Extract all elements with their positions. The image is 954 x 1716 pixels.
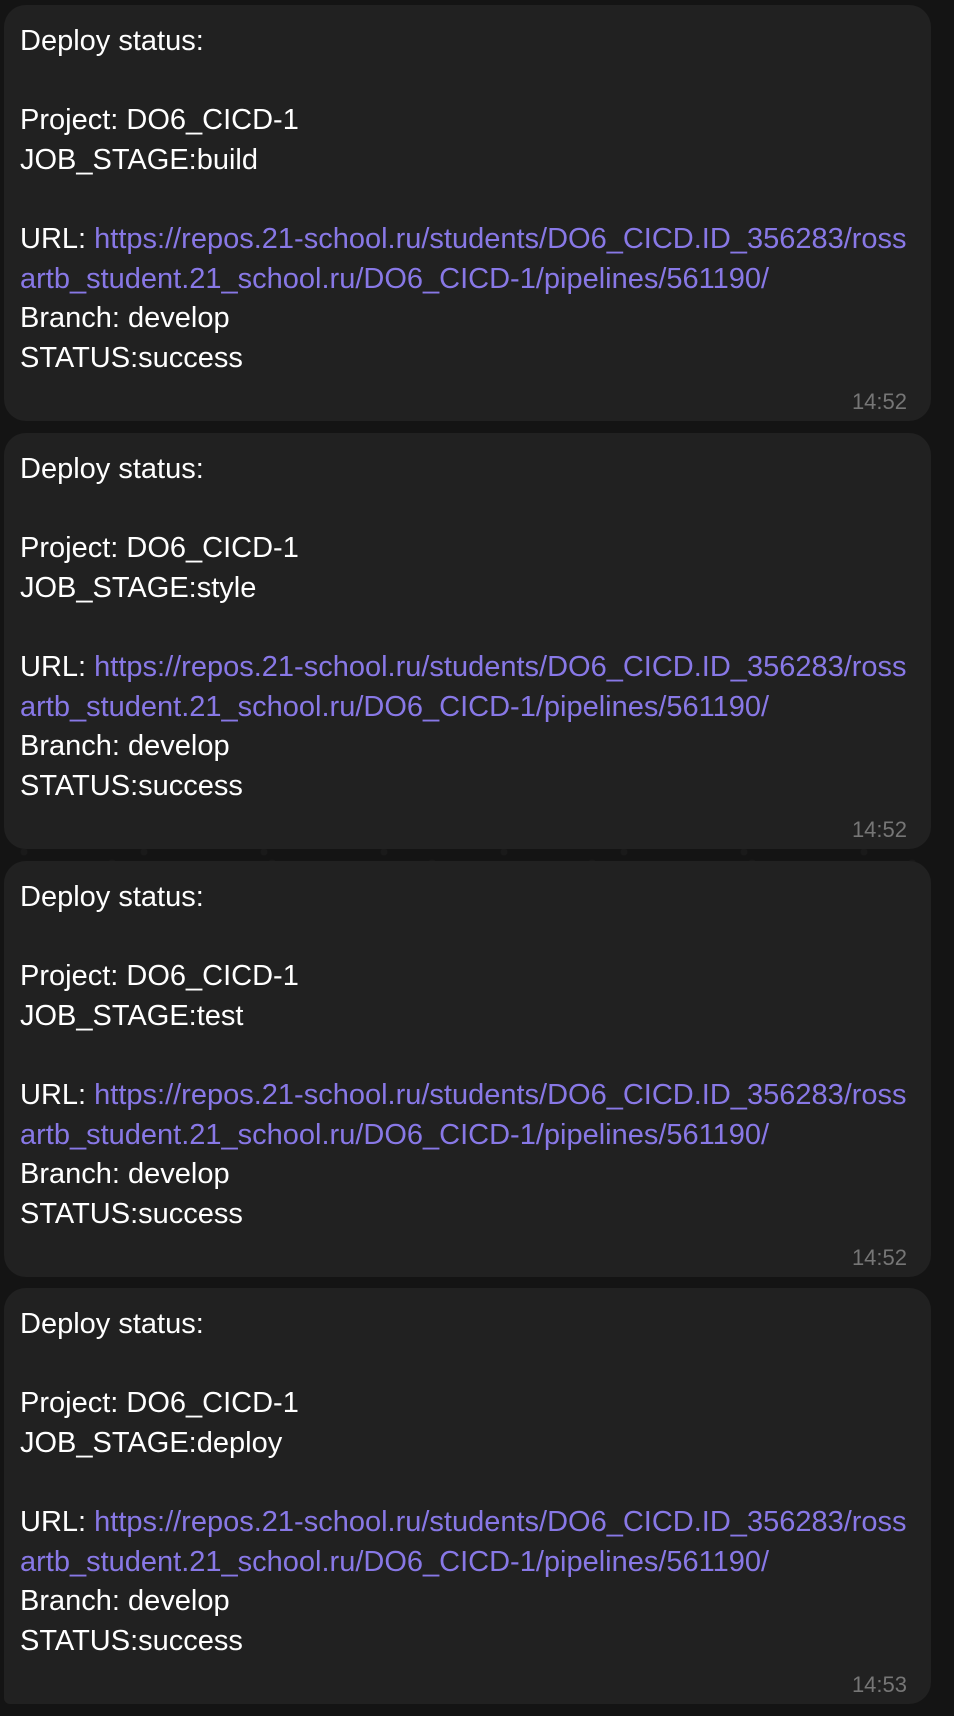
pipeline-link[interactable]: https://repos.21-school.ru/students/DO6_…	[20, 223, 907, 295]
branch-value: develop	[128, 730, 230, 763]
message-time: 14:52	[851, 1245, 907, 1270]
message-bubble[interactable]: Deploy status: Project: DO6_CICD-1 JOB_S…	[4, 861, 931, 1277]
branch-value: develop	[128, 1585, 230, 1618]
message-header: Deploy status:	[20, 881, 204, 913]
project-name: DO6_CICD-1	[126, 1387, 299, 1420]
status-value: success	[138, 769, 243, 802]
branch-line: Branch: develop	[20, 730, 230, 763]
message-header: Deploy status:	[20, 1308, 204, 1340]
job-stage-value: deploy	[196, 1426, 283, 1459]
message-bubble[interactable]: Deploy status: Project: DO6_CICD-1 JOB_S…	[4, 1288, 931, 1704]
branch-line: Branch: develop	[20, 1585, 230, 1618]
branch-line: Branch: develop	[20, 1158, 230, 1191]
message-time: 14:53	[851, 1672, 907, 1697]
status-value: success	[138, 341, 243, 374]
job-stage-line: JOB_STAGE:build	[20, 143, 259, 176]
project-line: Project: DO6_CICD-1	[20, 1387, 299, 1420]
status-line: STATUS:success	[20, 769, 243, 802]
branch-value: develop	[128, 1158, 230, 1191]
job-stage-line: JOB_STAGE:test	[20, 999, 244, 1032]
message-time: 14:52	[851, 389, 907, 414]
status-line: STATUS:success	[20, 1197, 243, 1230]
message-bubble[interactable]: Deploy status: Project: DO6_CICD-1 JOB_S…	[4, 433, 931, 849]
message-header: Deploy status:	[20, 453, 204, 485]
job-stage-line: JOB_STAGE:style	[20, 571, 257, 604]
project-name: DO6_CICD-1	[126, 532, 299, 565]
project-name: DO6_CICD-1	[126, 960, 299, 993]
url-line: URL: https://repos.21-school.ru/students…	[20, 1078, 907, 1151]
job-stage-value: build	[196, 143, 259, 176]
message-time: 14:52	[851, 817, 907, 842]
url-line: URL: https://repos.21-school.ru/students…	[20, 650, 907, 723]
status-line: STATUS:success	[20, 1624, 243, 1657]
url-line: URL: https://repos.21-school.ru/students…	[20, 222, 907, 295]
url-line: URL: https://repos.21-school.ru/students…	[20, 1505, 907, 1578]
pipeline-link[interactable]: https://repos.21-school.ru/students/DO6_…	[20, 1506, 907, 1578]
project-line: Project: DO6_CICD-1	[20, 104, 299, 137]
status-line: STATUS:success	[20, 341, 243, 374]
status-value: success	[138, 1197, 243, 1230]
branch-value: develop	[128, 302, 230, 335]
chat-history: Deploy status: Project: DO6_CICD-1 JOB_S…	[0, 0, 954, 1716]
project-name: DO6_CICD-1	[126, 104, 299, 137]
pipeline-link[interactable]: https://repos.21-school.ru/students/DO6_…	[20, 1079, 907, 1151]
pipeline-link[interactable]: https://repos.21-school.ru/students/DO6_…	[20, 651, 907, 723]
status-value: success	[138, 1624, 243, 1657]
message-bubble[interactable]: Deploy status: Project: DO6_CICD-1 JOB_S…	[4, 5, 931, 421]
job-stage-line: JOB_STAGE:deploy	[20, 1426, 283, 1459]
message-header: Deploy status:	[20, 25, 204, 57]
branch-line: Branch: develop	[20, 302, 230, 335]
job-stage-value: style	[196, 571, 257, 604]
project-line: Project: DO6_CICD-1	[20, 960, 299, 993]
project-line: Project: DO6_CICD-1	[20, 532, 299, 565]
job-stage-value: test	[196, 999, 244, 1032]
